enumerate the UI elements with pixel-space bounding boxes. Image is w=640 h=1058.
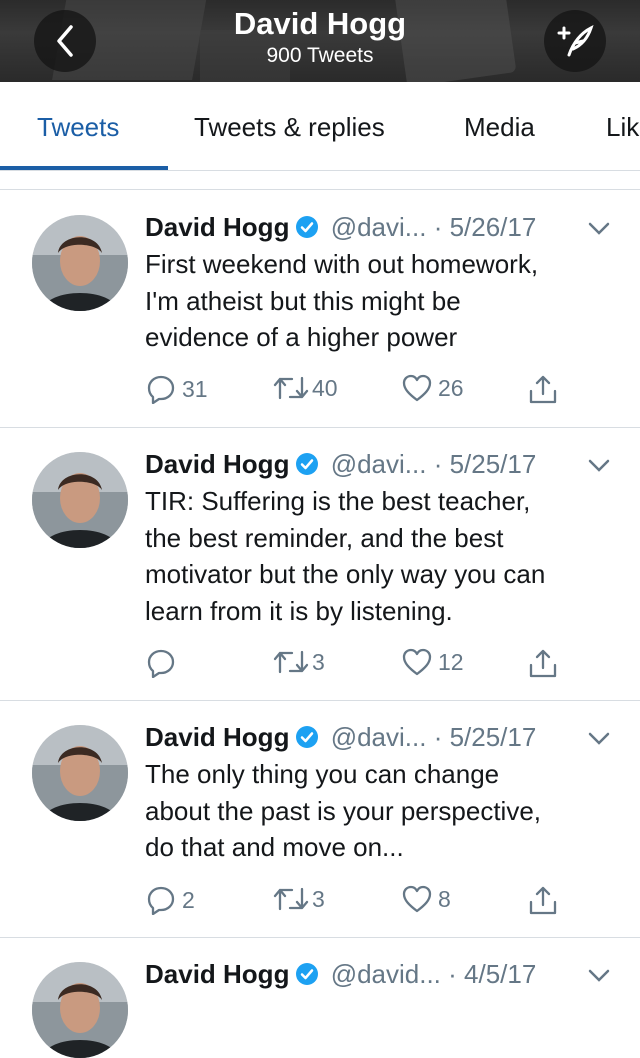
tweet-header: David Hogg @davi... · 5/26/17	[145, 212, 536, 243]
verified-badge-icon	[296, 216, 319, 238]
verified-badge-icon	[296, 963, 319, 985]
author-name[interactable]: David Hogg	[145, 449, 289, 479]
tweet-date[interactable]: · 4/5/17	[448, 959, 536, 989]
divider	[0, 171, 640, 190]
retweet-button[interactable]: 3	[272, 885, 325, 913]
tweet-header: David Hogg @davi... · 5/25/17	[145, 449, 536, 480]
like-button[interactable]: 8	[402, 885, 451, 913]
tab-media[interactable]: Media	[464, 112, 535, 143]
like-count: 26	[438, 374, 464, 401]
compose-tweet-button[interactable]	[544, 10, 606, 72]
chevron-down-icon[interactable]	[588, 459, 610, 473]
tweet-text: First weekend with out homework, I'm ath…	[145, 246, 625, 356]
retweet-count: 3	[312, 885, 325, 912]
tweet-header: David Hogg @davi... · 5/25/17	[145, 722, 536, 753]
author-name[interactable]: David Hogg	[145, 722, 289, 752]
reply-icon	[147, 886, 175, 915]
like-count: 8	[438, 885, 451, 912]
share-button[interactable]	[528, 648, 558, 680]
retweet-icon	[273, 887, 309, 911]
author-handle[interactable]: @davi...	[331, 449, 427, 479]
tab-tweets[interactable]: Tweets	[37, 112, 119, 143]
retweet-count: 40	[312, 374, 338, 401]
retweet-button[interactable]: 40	[272, 374, 338, 402]
heart-icon	[402, 374, 432, 402]
avatar[interactable]	[32, 962, 128, 1058]
reply-icon	[147, 649, 175, 678]
tweet-text-line: I'm atheist but this might be	[145, 285, 461, 316]
tweet-text-line: evidence of a higher power	[145, 322, 458, 352]
profile-tabs: Tweets Tweets & replies Media Lik	[0, 82, 640, 171]
reply-button[interactable]: 2	[146, 885, 195, 915]
tweet[interactable]: David Hogg @davi... · 5/25/17 TIR: Suffe…	[0, 428, 640, 701]
tab-likes[interactable]: Lik	[606, 112, 639, 143]
avatar-image	[32, 725, 128, 821]
avatar[interactable]	[32, 725, 128, 821]
tweet-text-line: First weekend with out homework,	[145, 249, 539, 279]
chevron-down-icon[interactable]	[588, 222, 610, 236]
retweet-icon	[273, 376, 309, 400]
retweet-count: 3	[312, 648, 325, 675]
reply-icon	[147, 375, 175, 404]
tweet-header: David Hogg @david... · 4/5/17	[145, 959, 536, 990]
chevron-down-icon[interactable]	[588, 969, 610, 983]
tab-tweets-and-replies[interactable]: Tweets & replies	[194, 112, 385, 143]
tweet-text-line: TIR: Suffering is the best teacher,	[145, 486, 531, 516]
like-button[interactable]: 12	[402, 648, 464, 676]
share-icon	[529, 375, 557, 404]
retweet-button[interactable]: 3	[272, 648, 325, 676]
avatar[interactable]	[32, 452, 128, 548]
tweet-date[interactable]: · 5/25/17	[434, 722, 537, 752]
avatar[interactable]	[32, 215, 128, 311]
like-button[interactable]: 26	[402, 374, 464, 402]
verified-badge-icon	[296, 453, 319, 475]
tweet-date[interactable]: · 5/25/17	[434, 449, 537, 479]
share-icon	[529, 649, 557, 678]
reply-button[interactable]	[146, 648, 182, 678]
reply-count: 2	[182, 886, 195, 913]
avatar-image	[32, 215, 128, 311]
like-count: 12	[438, 648, 464, 675]
heart-icon	[402, 648, 432, 676]
reply-count: 31	[182, 375, 208, 402]
author-handle[interactable]: @david...	[331, 959, 441, 989]
profile-header: David Hogg 900 Tweets	[0, 0, 640, 82]
share-button[interactable]	[528, 885, 558, 917]
share-icon	[529, 886, 557, 915]
share-button[interactable]	[528, 374, 558, 406]
author-handle[interactable]: @davi...	[331, 212, 427, 242]
avatar-image	[32, 452, 128, 548]
heart-icon	[402, 885, 432, 913]
active-tab-indicator	[0, 166, 168, 170]
reply-button[interactable]: 31	[146, 374, 208, 404]
tweet[interactable]: David Hogg @davi... · 5/25/17 The only t…	[0, 701, 640, 938]
tweet-text: TIR: Suffering is the best teacher, the …	[145, 483, 625, 629]
tweet-text-line: about the past is your perspective,	[145, 795, 542, 826]
tweet-text-line: the best reminder, and the best	[145, 522, 504, 553]
author-name[interactable]: David Hogg	[145, 959, 289, 989]
tweet-text-line: motivator but the only way you can	[145, 559, 546, 589]
author-name[interactable]: David Hogg	[145, 212, 289, 242]
retweet-icon	[273, 650, 309, 674]
compose-tweet-icon	[557, 25, 594, 57]
tweet-date[interactable]: · 5/26/17	[434, 212, 537, 242]
tweet[interactable]: David Hogg @david... · 4/5/17	[0, 938, 640, 1058]
chevron-down-icon[interactable]	[588, 732, 610, 746]
tweet-text-line: learn from it is by listening.	[145, 595, 453, 626]
tweet-text: The only thing you can change about the …	[145, 756, 625, 866]
tweet[interactable]: David Hogg @davi... · 5/26/17 First week…	[0, 190, 640, 428]
verified-badge-icon	[296, 726, 319, 748]
tweet-text-line: do that and move on...	[145, 832, 404, 862]
avatar-image	[32, 962, 128, 1058]
tweet-text-line: The only thing you can change	[145, 759, 500, 789]
author-handle[interactable]: @davi...	[331, 722, 427, 752]
